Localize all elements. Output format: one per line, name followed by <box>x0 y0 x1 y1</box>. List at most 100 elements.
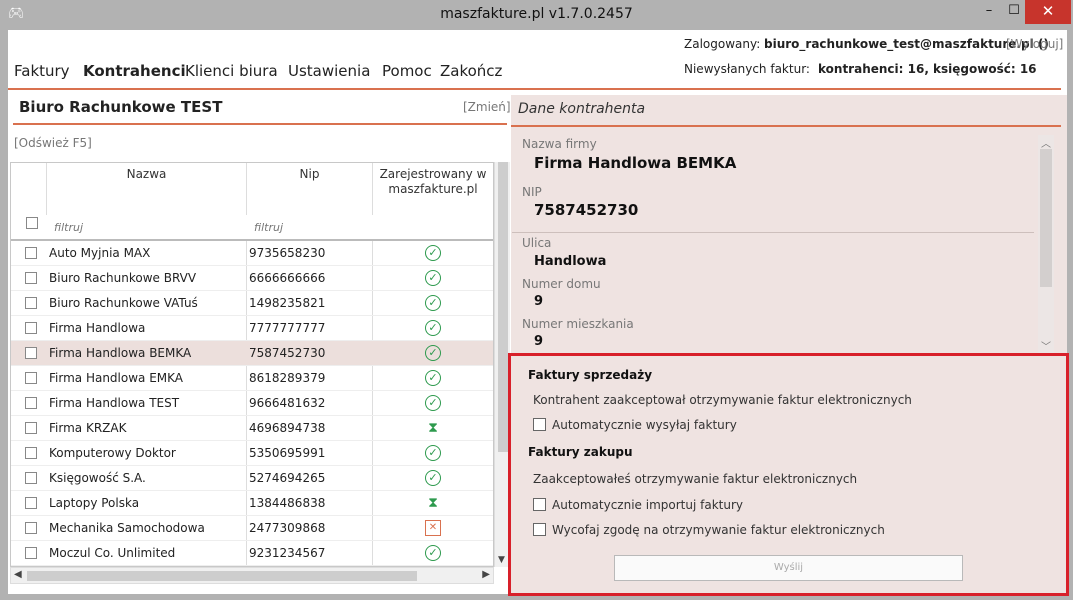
nip-value: 7587452730 <box>534 201 639 219</box>
auto-send-checkbox[interactable] <box>533 418 546 431</box>
column-header-name[interactable]: Nazwa <box>47 167 246 219</box>
withdraw-consent-label[interactable]: Wycofaj zgodę na otrzymywanie faktur ele… <box>552 523 885 537</box>
hourglass-icon: ⧗ <box>428 495 438 511</box>
table-row[interactable]: Laptopy Polska 1384486838 ⧗ <box>11 491 493 516</box>
sales-accepted-text: Kontrahent zaakceptował otrzymywanie fak… <box>533 393 912 407</box>
change-company-link[interactable]: [Zmień] <box>463 100 511 114</box>
send-button[interactable]: Wyślij <box>614 555 963 581</box>
row-nip: 9666481632 <box>249 396 326 410</box>
check-circle-icon: ✓ <box>425 445 441 461</box>
row-nip: 5350695991 <box>249 446 326 460</box>
table-row[interactable]: Biuro Rachunkowe VATuś 1498235821 ✓ <box>11 291 493 316</box>
menu-faktury[interactable]: Faktury <box>14 62 70 80</box>
close-button[interactable]: ✕ <box>1025 0 1071 24</box>
menu-klienci-biura[interactable]: Klienci biura <box>185 62 278 80</box>
table-row[interactable]: Komputerowy Doktor 5350695991 ✓ <box>11 441 493 466</box>
row-nip: 5274694265 <box>249 471 326 485</box>
select-all-checkbox[interactable] <box>26 217 38 229</box>
grid-horizontal-scrollbar[interactable]: ◀ ▶ <box>10 567 494 584</box>
check-circle-icon: ✓ <box>425 245 441 261</box>
row-name: Biuro Rachunkowe VATuś <box>49 296 198 310</box>
table-row[interactable]: Firma KRZAK 4696894738 ⧗ <box>11 416 493 441</box>
row-checkbox[interactable] <box>25 547 37 559</box>
row-nip: 9231234567 <box>249 546 326 560</box>
menu-pomoc[interactable]: Pomoc <box>382 62 432 80</box>
row-nip: 6666666666 <box>249 271 326 285</box>
flat-number-value: 9 <box>534 334 544 349</box>
maximize-button[interactable]: ☐ <box>1003 0 1025 24</box>
row-name: Firma KRZAK <box>49 421 127 435</box>
auto-import-option[interactable]: Automatycznie importuj faktury <box>533 498 743 512</box>
filter-nip-input[interactable]: filtruj <box>254 221 283 234</box>
table-row[interactable]: Firma Handlowa BEMKA 7587452730 ✓ <box>11 341 493 366</box>
check-circle-icon: ✓ <box>425 320 441 336</box>
scroll-down-icon[interactable]: ▼ <box>498 555 505 565</box>
street-label: Ulica <box>522 236 552 250</box>
row-checkbox[interactable] <box>25 522 37 534</box>
withdraw-consent-checkbox[interactable] <box>533 523 546 536</box>
check-circle-icon: ✓ <box>425 470 441 486</box>
column-header-nip[interactable]: Nip <box>247 167 372 219</box>
row-checkbox[interactable] <box>25 272 37 284</box>
row-name: Księgowość S.A. <box>49 471 146 485</box>
menu-kontrahenci[interactable]: Kontrahenci <box>83 62 186 80</box>
details-divider <box>511 125 1061 127</box>
row-name: Firma Handlowa EMKA <box>49 371 184 385</box>
check-circle-icon: ✓ <box>425 545 441 561</box>
row-name: Moczul Co. Unlimited <box>49 546 176 560</box>
filter-name-input[interactable]: filtruj <box>54 221 83 234</box>
row-checkbox[interactable] <box>25 397 37 409</box>
minimize-button[interactable]: – <box>975 0 1003 24</box>
details-scroll-thumb[interactable] <box>1040 149 1052 287</box>
table-row[interactable]: Firma Handlowa EMKA 8618289379 ✓ <box>11 366 493 391</box>
logout-link[interactable]: [Wyloguj] <box>1006 37 1063 51</box>
menu-zakoncz[interactable]: Zakończ <box>440 62 502 80</box>
row-name: Laptopy Polska <box>49 496 140 510</box>
row-name: Firma Handlowa TEST <box>49 396 180 410</box>
row-checkbox[interactable] <box>25 297 37 309</box>
table-row[interactable]: Mechanika Samochodowa 2477309868 ✕ <box>11 516 493 541</box>
auto-send-option[interactable]: Automatycznie wysyłaj faktury <box>533 418 737 432</box>
purchase-accepted-text: Zaakceptowałeś otrzymywanie faktur elekt… <box>533 472 858 486</box>
chevron-up-icon[interactable]: ︿ <box>1041 135 1051 150</box>
chevron-down-icon[interactable]: ﹀ <box>1041 338 1051 353</box>
scroll-left-icon[interactable]: ◀ <box>14 569 22 580</box>
row-checkbox[interactable] <box>25 447 37 459</box>
pending-invoices-label: Niewysłanych faktur: <box>684 62 810 76</box>
auto-import-label[interactable]: Automatycznie importuj faktury <box>552 498 743 512</box>
details-scrollbar[interactable]: ︿ ﹀ <box>1038 135 1054 353</box>
table-row[interactable]: Firma Handlowa TEST 9666481632 ✓ <box>11 391 493 416</box>
row-checkbox[interactable] <box>25 422 37 434</box>
row-name: Mechanika Samochodowa <box>49 521 205 535</box>
refresh-link[interactable]: [Odśwież F5] <box>14 136 92 150</box>
auto-import-checkbox[interactable] <box>533 498 546 511</box>
scroll-right-icon[interactable]: ▶ <box>482 569 490 580</box>
menu-ustawienia[interactable]: Ustawienia <box>288 62 370 80</box>
row-nip: 9735658230 <box>249 246 326 260</box>
window-frame-left <box>0 30 8 600</box>
company-name-value: Firma Handlowa BEMKA <box>534 154 737 172</box>
grid-vertical-scroll-thumb[interactable] <box>498 162 508 452</box>
row-checkbox[interactable] <box>25 472 37 484</box>
check-circle-icon: ✓ <box>425 270 441 286</box>
table-row[interactable]: Auto Myjnia MAX 9735658230 ✓ <box>11 241 493 266</box>
grid-horizontal-scroll-thumb[interactable] <box>27 571 417 581</box>
row-checkbox[interactable] <box>25 372 37 384</box>
row-checkbox[interactable] <box>25 322 37 334</box>
row-checkbox[interactable] <box>25 247 37 259</box>
row-checkbox[interactable] <box>25 347 37 359</box>
table-row[interactable]: Biuro Rachunkowe BRVV 6666666666 ✓ <box>11 266 493 291</box>
check-circle-icon: ✓ <box>425 295 441 311</box>
auto-send-label[interactable]: Automatycznie wysyłaj faktury <box>552 418 737 432</box>
withdraw-consent-option[interactable]: Wycofaj zgodę na otrzymywanie faktur ele… <box>533 523 885 537</box>
row-nip: 1498235821 <box>249 296 326 310</box>
row-name: Firma Handlowa <box>49 321 146 335</box>
row-checkbox[interactable] <box>25 497 37 509</box>
row-nip: 7777777777 <box>249 321 326 335</box>
table-row[interactable]: Firma Handlowa 7777777777 ✓ <box>11 316 493 341</box>
table-row[interactable]: Księgowość S.A. 5274694265 ✓ <box>11 466 493 491</box>
column-header-registered[interactable]: Zarejestrowany w maszfakture.pl <box>377 167 489 219</box>
table-row[interactable]: Moczul Co. Unlimited 9231234567 ✓ <box>11 541 493 566</box>
check-circle-icon: ✓ <box>425 395 441 411</box>
company-name-label: Nazwa firmy <box>522 137 597 151</box>
